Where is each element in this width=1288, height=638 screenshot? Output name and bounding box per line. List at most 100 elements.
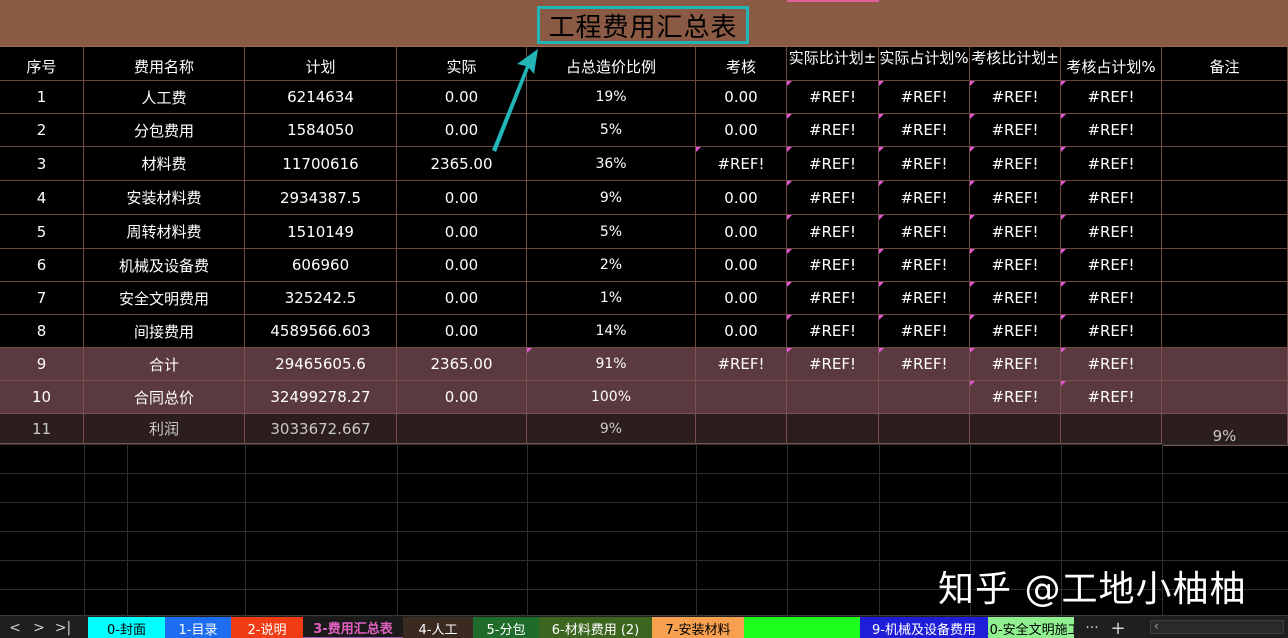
- cell-assess-vs-plan[interactable]: #REF!: [970, 348, 1061, 381]
- sheet-title[interactable]: 工程费用汇总表: [537, 6, 749, 44]
- tab-sheet-10[interactable]: 10-安全文明施工: [988, 617, 1074, 638]
- header-ratio[interactable]: 占总造价比例: [527, 47, 696, 81]
- cell-actual-vs-plan[interactable]: #REF!: [787, 282, 879, 315]
- cell-seq[interactable]: 9: [0, 348, 84, 381]
- header-note[interactable]: 备注: [1162, 47, 1288, 81]
- cell-assess-pct-plan[interactable]: #REF!: [1061, 249, 1162, 282]
- cell-assess-vs-plan[interactable]: #REF!: [970, 215, 1061, 249]
- header-actual-vs-plan[interactable]: 实际比计划±: [787, 47, 879, 81]
- cell-note[interactable]: 9%: [1162, 414, 1288, 446]
- tab-sheet-0[interactable]: 0-封面: [88, 617, 165, 638]
- cell-seq[interactable]: 10: [0, 381, 84, 414]
- cell-ratio[interactable]: 5%: [527, 114, 696, 147]
- tab-prev-button[interactable]: <: [4, 618, 26, 638]
- cell-assess[interactable]: 0.00: [696, 282, 787, 315]
- cell-ratio[interactable]: 5%: [527, 215, 696, 249]
- cell-actual[interactable]: 0.00: [397, 249, 527, 282]
- cell-actual-pct-plan[interactable]: #REF!: [879, 315, 970, 348]
- cell-name[interactable]: 分包费用: [84, 114, 245, 147]
- add-sheet-button[interactable]: +: [1106, 618, 1130, 638]
- cell-actual[interactable]: 0.00: [397, 315, 527, 348]
- cell-actual-vs-plan[interactable]: #REF!: [787, 181, 879, 215]
- cell-seq[interactable]: 3: [0, 147, 84, 181]
- cell-ratio[interactable]: 100%: [527, 381, 696, 414]
- header-assess-vs-plan[interactable]: 考核比计划±: [970, 47, 1061, 81]
- cell-seq[interactable]: 11: [0, 414, 84, 444]
- cell-name[interactable]: 材料费: [84, 147, 245, 181]
- more-tabs-button[interactable]: ···: [1080, 618, 1104, 638]
- cell-assess-pct-plan[interactable]: #REF!: [1061, 114, 1162, 147]
- cell-plan[interactable]: 1510149: [245, 215, 397, 249]
- tab-sheet-1[interactable]: 1-目录: [165, 617, 231, 638]
- horizontal-scrollbar[interactable]: ‹: [1150, 619, 1284, 634]
- cell-seq[interactable]: 2: [0, 114, 84, 147]
- cell-ratio[interactable]: 1%: [527, 282, 696, 315]
- cell-note[interactable]: [1162, 147, 1288, 181]
- cell-assess-pct-plan[interactable]: #REF!: [1061, 282, 1162, 315]
- cell-assess[interactable]: #REF!: [696, 348, 787, 381]
- cell-assess[interactable]: 0.00: [696, 315, 787, 348]
- cell-note[interactable]: [1162, 114, 1288, 147]
- cell-note[interactable]: [1162, 381, 1288, 414]
- cell-assess-pct-plan[interactable]: [1061, 414, 1162, 444]
- cell-ratio[interactable]: 2%: [527, 249, 696, 282]
- cell-seq[interactable]: 4: [0, 181, 84, 215]
- cell-actual-pct-plan[interactable]: [879, 414, 970, 444]
- cell-name[interactable]: 机械及设备费: [84, 249, 245, 282]
- cell-name[interactable]: 安全文明费用: [84, 282, 245, 315]
- cell-assess-vs-plan[interactable]: #REF!: [970, 147, 1061, 181]
- cell-name[interactable]: 安装材料费: [84, 181, 245, 215]
- header-assess[interactable]: 考核: [696, 47, 787, 81]
- cell-assess-vs-plan[interactable]: #REF!: [970, 315, 1061, 348]
- header-seq[interactable]: 序号: [0, 47, 84, 81]
- cell-actual[interactable]: 0.00: [397, 381, 527, 414]
- tab-sheet-4[interactable]: 4-人工: [403, 617, 473, 638]
- cell-note[interactable]: [1162, 315, 1288, 348]
- cell-assess-pct-plan[interactable]: #REF!: [1061, 147, 1162, 181]
- cell-note[interactable]: [1162, 181, 1288, 215]
- cell-assess-pct-plan[interactable]: #REF!: [1061, 215, 1162, 249]
- cell-plan[interactable]: 606960: [245, 249, 397, 282]
- cell-note[interactable]: [1162, 215, 1288, 249]
- cell-actual-pct-plan[interactable]: #REF!: [879, 181, 970, 215]
- cell-actual[interactable]: 0.00: [397, 215, 527, 249]
- cell-actual-vs-plan[interactable]: [787, 381, 879, 414]
- cell-assess-vs-plan[interactable]: #REF!: [970, 114, 1061, 147]
- cell-seq[interactable]: 8: [0, 315, 84, 348]
- cell-actual-vs-plan[interactable]: [787, 414, 879, 444]
- cell-actual-vs-plan[interactable]: #REF!: [787, 147, 879, 181]
- tab-sheet-9[interactable]: 9-机械及设备费用: [860, 617, 988, 638]
- cell-actual-pct-plan[interactable]: #REF!: [879, 282, 970, 315]
- cell-seq[interactable]: 5: [0, 215, 84, 249]
- cell-note[interactable]: [1162, 81, 1288, 114]
- cell-actual-vs-plan[interactable]: #REF!: [787, 114, 879, 147]
- tab-sheet-7[interactable]: 7-安装材料: [652, 617, 744, 638]
- cell-note[interactable]: [1162, 249, 1288, 282]
- cell-actual-pct-plan[interactable]: #REF!: [879, 249, 970, 282]
- header-actual-pct-plan[interactable]: 实际占计划%: [879, 47, 970, 81]
- cell-actual-pct-plan[interactable]: [879, 381, 970, 414]
- cell-assess-vs-plan[interactable]: [970, 414, 1061, 444]
- cell-ratio[interactable]: 19%: [527, 81, 696, 114]
- cell-ratio[interactable]: 9%: [527, 414, 696, 444]
- cell-actual-vs-plan[interactable]: #REF!: [787, 249, 879, 282]
- cell-plan[interactable]: 11700616: [245, 147, 397, 181]
- cell-assess-pct-plan[interactable]: #REF!: [1061, 81, 1162, 114]
- cell-assess[interactable]: 0.00: [696, 215, 787, 249]
- cell-assess[interactable]: 0.00: [696, 114, 787, 147]
- cell-ratio[interactable]: 36%: [527, 147, 696, 181]
- cell-actual[interactable]: [397, 414, 527, 444]
- cell-name[interactable]: 人工费: [84, 81, 245, 114]
- cell-assess[interactable]: #REF!: [696, 147, 787, 181]
- cell-ratio[interactable]: 91%: [527, 348, 696, 381]
- cell-plan[interactable]: 4589566.603: [245, 315, 397, 348]
- cell-name[interactable]: 间接费用: [84, 315, 245, 348]
- cell-actual-pct-plan[interactable]: #REF!: [879, 81, 970, 114]
- tab-last-button[interactable]: >|: [52, 618, 74, 638]
- cell-assess-vs-plan[interactable]: #REF!: [970, 181, 1061, 215]
- tab-sheet-2[interactable]: 2-说明: [231, 617, 303, 638]
- cell-actual[interactable]: 0.00: [397, 181, 527, 215]
- cell-actual-vs-plan[interactable]: #REF!: [787, 348, 879, 381]
- cell-assess-vs-plan[interactable]: #REF!: [970, 282, 1061, 315]
- cell-name[interactable]: 利润: [84, 414, 245, 444]
